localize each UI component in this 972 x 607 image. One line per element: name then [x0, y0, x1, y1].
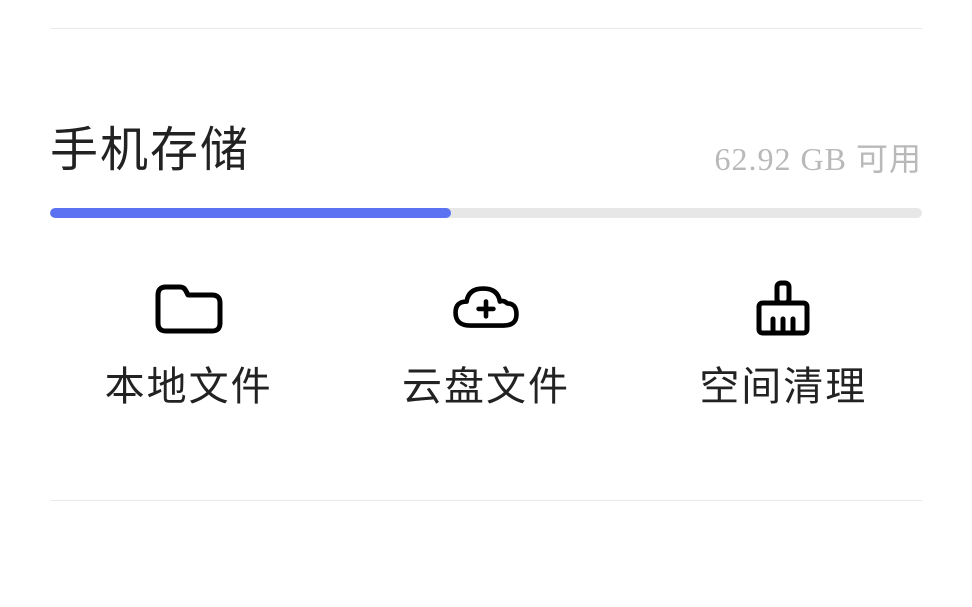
storage-section: 手机存储 62.92 GB 可用 [50, 110, 922, 218]
folder-icon [153, 280, 225, 336]
local-files-label: 本地文件 [105, 354, 273, 412]
divider-bottom [50, 500, 922, 501]
storage-progress-fill [50, 208, 451, 218]
cloud-files-button[interactable]: 云盘文件 [366, 280, 606, 412]
broom-icon [747, 280, 819, 336]
cloud-files-label: 云盘文件 [402, 354, 570, 412]
storage-title: 手机存储 [50, 110, 250, 180]
cloud-plus-icon [450, 280, 522, 336]
actions-row: 本地文件 云盘文件 空间清理 [40, 280, 932, 412]
storage-progress [50, 208, 922, 218]
cleanup-button[interactable]: 空间清理 [663, 280, 903, 412]
storage-header: 手机存储 62.92 GB 可用 [50, 110, 922, 180]
storage-available: 62.92 GB 可用 [715, 134, 922, 180]
local-files-button[interactable]: 本地文件 [69, 280, 309, 412]
divider-top [50, 28, 922, 29]
cleanup-label: 空间清理 [699, 354, 867, 412]
